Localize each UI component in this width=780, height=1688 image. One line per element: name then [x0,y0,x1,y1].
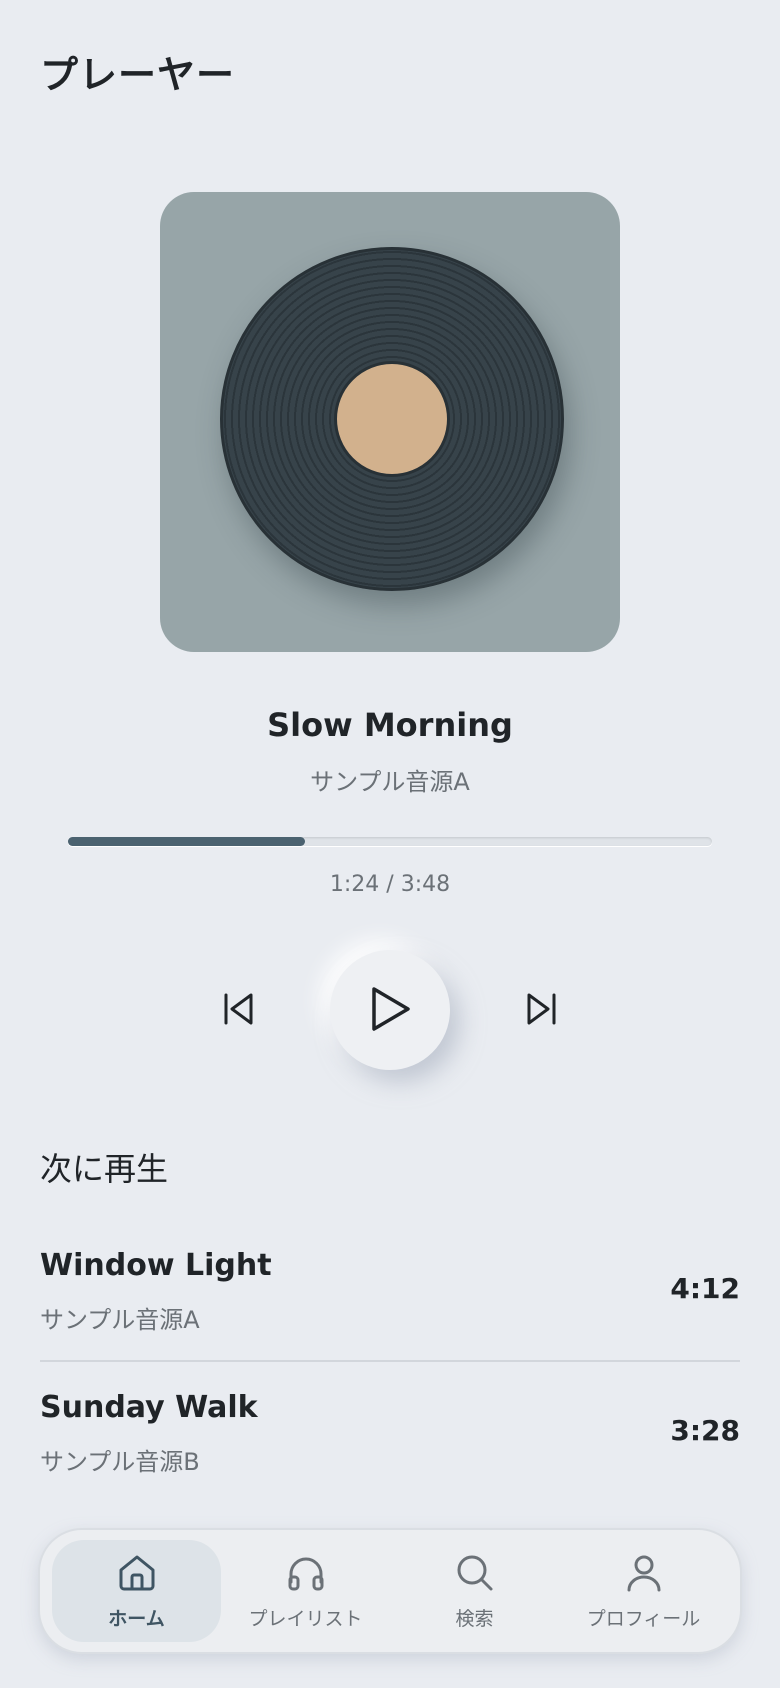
queue-item-duration: 3:28 [670,1414,740,1447]
queue-list: Window Light サンプル音源A 4:12 Sunday Walk サン… [40,1220,740,1506]
home-icon [116,1552,158,1598]
nav-label-home: ホーム [108,1607,165,1630]
nav-label-search: 検索 [455,1607,494,1630]
nav-label-profile: プロフィール [586,1607,701,1630]
search-icon [454,1552,496,1598]
next-button[interactable] [522,990,562,1030]
queue-item[interactable]: Sunday Walk サンプル音源B 3:28 [40,1360,740,1506]
queue-item-artist: サンプル音源A [40,1306,200,1334]
track-artist: サンプル音源A [310,768,470,796]
queue-item-title: Sunday Walk [40,1390,258,1425]
queue-item-duration: 4:12 [670,1272,740,1305]
up-next-heading: 次に再生 [40,1150,169,1188]
nav-item-home[interactable]: ホーム [52,1540,221,1642]
queue-item-artist: サンプル音源B [40,1448,200,1476]
nav-item-search[interactable]: 検索 [390,1540,559,1642]
nav-item-playlist[interactable]: プレイリスト [221,1540,390,1642]
time-display: 1:24 / 3:48 [329,872,451,897]
nav-item-profile[interactable]: プロフィール [559,1540,728,1642]
album-cover [160,192,620,652]
progress-bar[interactable] [68,837,712,846]
progress-fill [68,837,305,846]
queue-item[interactable]: Window Light サンプル音源A 4:12 [40,1220,740,1360]
vinyl-record-icon [220,247,564,591]
bottom-navigation: ホーム プレイリスト 検索 プロフィール [38,1528,742,1654]
play-button[interactable] [330,950,450,1070]
vinyl-label [334,361,450,477]
nav-label-playlist: プレイリスト [248,1607,363,1630]
track-title: Slow Morning [267,706,513,744]
headphones-icon [285,1552,327,1598]
page-title: プレーヤー [40,53,236,97]
queue-item-title: Window Light [40,1248,272,1283]
skip-next-icon [524,991,560,1030]
user-icon [623,1552,665,1598]
previous-button[interactable] [218,990,258,1030]
play-icon [368,985,412,1036]
skip-previous-icon [220,991,256,1030]
